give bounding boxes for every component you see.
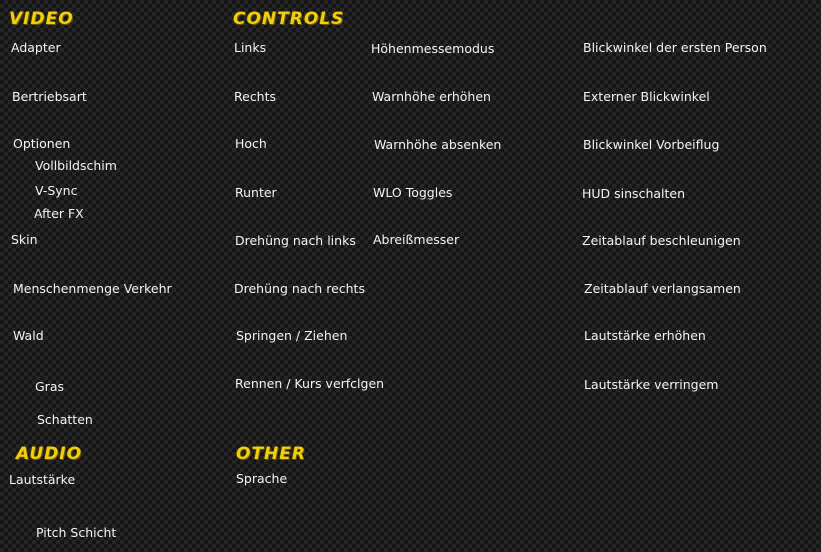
video-vsync-option[interactable]: V-Sync xyxy=(35,183,77,199)
control-time-slowdown-option[interactable]: Zeitablauf verlangsamen xyxy=(584,281,741,297)
control-up-option[interactable]: Hoch xyxy=(235,136,267,152)
audio-pitch-layer-option[interactable]: Pitch Schicht xyxy=(36,525,116,541)
other-section-title: OTHER xyxy=(236,444,306,464)
video-section-title: VIDEO xyxy=(9,9,74,29)
video-shadows-option[interactable]: Schatten xyxy=(37,412,93,428)
control-wlo-toggles-option[interactable]: WLO Toggles xyxy=(373,185,452,201)
control-volume-down-option[interactable]: Lautstärke verringem xyxy=(584,377,718,393)
video-mode-option[interactable]: Bertriebsart xyxy=(12,89,87,105)
controls-section-title: CONTROLS xyxy=(233,9,345,29)
other-language-option[interactable]: Sprache xyxy=(236,471,287,487)
control-altimeter-mode-option[interactable]: Höhenmessemodus xyxy=(371,41,494,57)
audio-volume-option[interactable]: Lautstärke xyxy=(9,472,75,488)
control-right-option[interactable]: Rechts xyxy=(234,89,276,105)
video-forest-option[interactable]: Wald xyxy=(13,328,44,344)
control-jump-pull-option[interactable]: Springen / Ziehen xyxy=(236,328,347,344)
video-options-label[interactable]: Optionen xyxy=(13,136,70,152)
control-run-follow-option[interactable]: Rennen / Kurs verfclgen xyxy=(235,376,384,392)
control-turn-left-option[interactable]: Drehüng nach links xyxy=(235,233,356,249)
control-ripcord-option[interactable]: Abreißmesser xyxy=(373,232,459,248)
video-adapter-option[interactable]: Adapter xyxy=(11,40,61,56)
audio-section-title: AUDIO xyxy=(16,444,83,464)
control-left-option[interactable]: Links xyxy=(234,40,266,56)
control-warn-height-raise-option[interactable]: Warnhöhe erhöhen xyxy=(372,89,491,105)
control-turn-right-option[interactable]: Drehüng nach rechts xyxy=(234,281,365,297)
video-grass-option[interactable]: Gras xyxy=(35,379,64,395)
control-time-speedup-option[interactable]: Zeitablauf beschleunigen xyxy=(582,233,741,249)
video-afterfx-option[interactable]: After FX xyxy=(34,206,84,222)
control-warn-height-lower-option[interactable]: Warnhöhe absenken xyxy=(374,137,501,153)
control-volume-up-option[interactable]: Lautstärke erhöhen xyxy=(584,328,706,344)
control-down-option[interactable]: Runter xyxy=(235,185,277,201)
video-fullscreen-option[interactable]: Vollbildschim xyxy=(35,158,117,174)
control-flyby-view-option[interactable]: Blickwinkel Vorbeiflug xyxy=(583,137,719,153)
control-hud-toggle-option[interactable]: HUD sinschalten xyxy=(582,186,685,202)
video-crowd-traffic-option[interactable]: Menschenmenge Verkehr xyxy=(13,281,172,297)
control-first-person-view-option[interactable]: Blickwinkel der ersten Person xyxy=(583,40,767,56)
video-skin-option[interactable]: Skin xyxy=(11,232,38,248)
control-external-view-option[interactable]: Externer Blickwinkel xyxy=(583,89,710,105)
